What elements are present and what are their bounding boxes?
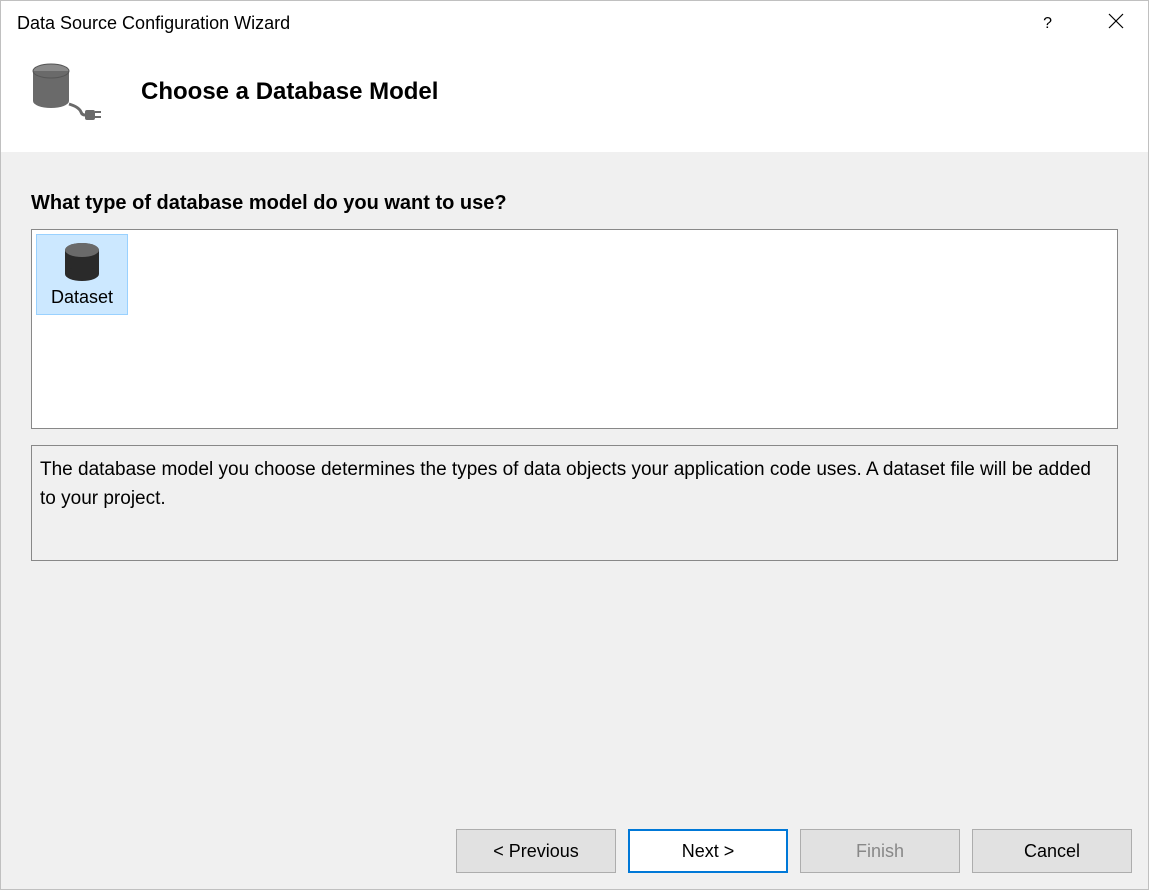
next-button[interactable]: Next >: [628, 829, 788, 873]
database-icon: [61, 241, 103, 283]
previous-button[interactable]: < Previous: [456, 829, 616, 873]
titlebar-controls: ?: [1035, 9, 1132, 38]
help-button[interactable]: ?: [1035, 11, 1060, 37]
model-question: What type of database model do you want …: [31, 192, 1118, 215]
wizard-footer: < Previous Next > Finish Cancel: [1, 817, 1148, 889]
finish-button: Finish: [800, 829, 960, 873]
wizard-content: What type of database model do you want …: [1, 152, 1148, 817]
wizard-step-title: Choose a Database Model: [141, 78, 438, 106]
model-list[interactable]: Dataset: [31, 229, 1118, 429]
window-title: Data Source Configuration Wizard: [17, 13, 1035, 34]
close-button[interactable]: [1100, 9, 1132, 38]
model-item-label: Dataset: [51, 287, 113, 308]
model-item-dataset[interactable]: Dataset: [36, 234, 128, 315]
database-plug-icon: [29, 62, 101, 122]
wizard-header: Choose a Database Model: [1, 42, 1148, 152]
cancel-button[interactable]: Cancel: [972, 829, 1132, 873]
close-icon: [1108, 13, 1124, 29]
titlebar: Data Source Configuration Wizard ?: [1, 1, 1148, 42]
model-description: The database model you choose determines…: [31, 445, 1118, 561]
